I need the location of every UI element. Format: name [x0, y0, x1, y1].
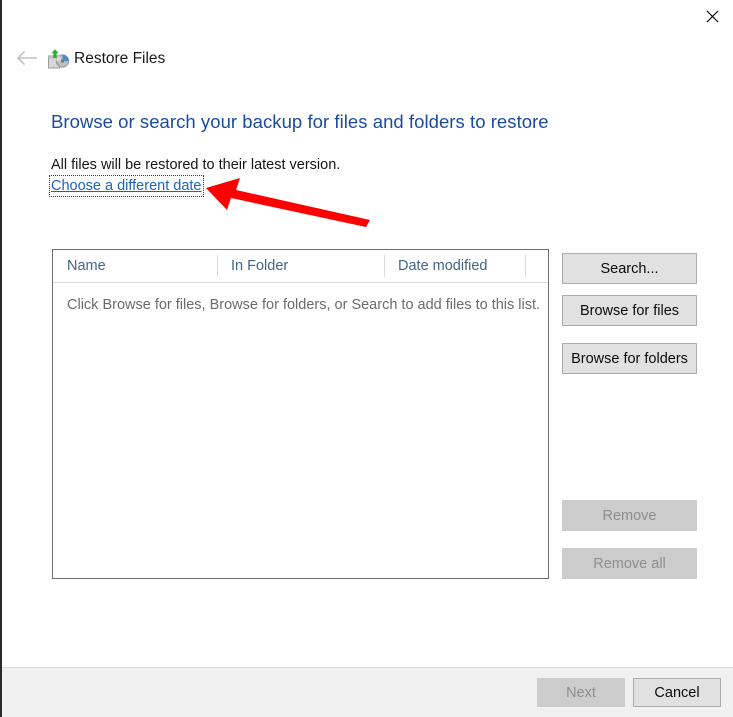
page-title: Browse or search your backup for files a…: [51, 111, 549, 132]
column-header-name-label: Name: [67, 258, 106, 274]
close-icon: [706, 10, 719, 23]
column-header-name[interactable]: Name: [53, 250, 217, 282]
column-header-date-modified-label: Date modified: [398, 258, 488, 274]
back-arrow-icon: [15, 50, 37, 69]
close-button[interactable]: [689, 0, 733, 32]
back-button[interactable]: [11, 45, 41, 73]
browse-for-folders-button[interactable]: Browse for folders: [562, 343, 697, 374]
empty-list-hint: Click Browse for files, Browse for folde…: [67, 297, 541, 313]
cancel-button[interactable]: Cancel: [633, 678, 721, 707]
restore-files-icon: [46, 47, 70, 71]
column-header-extra[interactable]: [525, 250, 548, 282]
window-title: Restore Files: [74, 50, 166, 67]
restore-files-window: Restore Files Browse or search your back…: [0, 0, 733, 717]
list-column-headers: Name In Folder Date modified: [53, 250, 548, 283]
nav-bar: Restore Files: [2, 42, 733, 76]
remove-all-button: Remove all: [562, 548, 697, 579]
search-button[interactable]: Search...: [562, 253, 697, 284]
restore-file-list[interactable]: Name In Folder Date modified Click Brows…: [52, 249, 549, 579]
browse-for-files-button[interactable]: Browse for files: [562, 295, 697, 326]
title-bar: [2, 0, 733, 36]
column-header-in-folder-label: In Folder: [231, 258, 289, 274]
choose-a-different-date-link[interactable]: Choose a different date: [48, 175, 205, 197]
column-header-in-folder[interactable]: In Folder: [217, 250, 384, 282]
remove-button: Remove: [562, 500, 697, 531]
next-button: Next: [537, 678, 625, 707]
restore-note-text: All files will be restored to their late…: [51, 157, 341, 173]
column-header-date-modified[interactable]: Date modified: [384, 250, 525, 282]
footer-bar: Next Cancel: [2, 667, 733, 717]
annotation-arrow: [206, 178, 370, 227]
